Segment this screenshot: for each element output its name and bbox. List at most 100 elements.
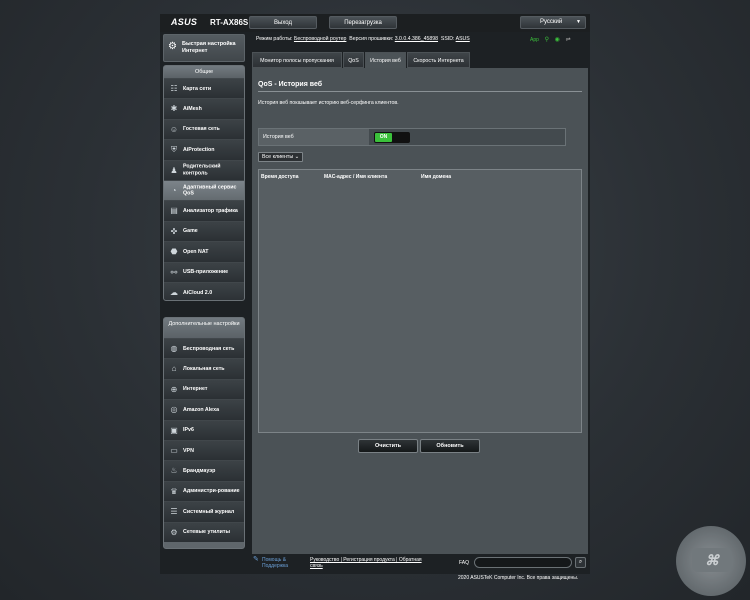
mode-label: Режим работы: [256,36,293,42]
column-header-domain: Имя домена [421,174,452,180]
sidebar-item-label: Локальная сеть [183,365,225,372]
sidebar-item-ipv6[interactable]: ▣ IPv6 [164,419,244,440]
sidebar-item-network-tools[interactable]: ⚙ Сетевые утилиты [164,521,244,542]
sidebar-item-label: Беспроводная сеть [183,345,235,352]
tab-web-history[interactable]: История веб [365,52,406,68]
sidebar-item-qos[interactable]: ◔ Адаптивный сервис QoS [164,179,244,201]
guest-network-icon: ☺ [169,124,179,134]
web-history-setting-row: История веб ON [258,128,566,146]
web-history-label: История веб [259,129,369,145]
sidebar-item-aimesh[interactable]: ✱ AiMesh [164,98,244,119]
copyright-text: 2020 ASUSTeK Computer Inc. Все права защ… [458,575,579,581]
search-icon[interactable]: ⌕ [575,557,586,568]
main-panel: QoS - История веб История веб показывает… [252,68,588,554]
advanced-group: Дополнительные настройки ◍ Беспроводная с… [163,317,245,549]
sidebar-item-aiprotection[interactable]: ⛨ AiProtection [164,139,244,160]
sidebar-item-wireless[interactable]: ◍ Беспроводная сеть [164,338,244,359]
sidebar-item-open-nat[interactable]: ⬣ Open NAT [164,241,244,262]
sidebar-item-label: Интернет [183,386,208,393]
asus-logo[interactable]: ASUS [171,17,197,27]
faq-label: FAQ [459,560,470,566]
app-icon[interactable]: App [530,37,539,43]
sidebar-item-usb-app[interactable]: ⚯ USB-приложение [164,261,244,282]
firewall-icon: ♨ [170,466,178,476]
sidebar-item-label: AiProtection [183,146,215,153]
sidebar-item-system-log[interactable]: ☰ Системный журнал [164,501,244,522]
sidebar-item-label: AiCloud 2.0 [183,289,213,296]
sidebar-item-aicloud[interactable]: ☁ AiCloud 2.0 [164,281,244,300]
router-frame: ASUS RT-AX86S Выход Перезагрузка Русский… [160,14,590,574]
help-support-link[interactable]: ✎ Помощь & Поддержка [253,556,289,569]
sidebar-item-label: VPN [183,447,194,454]
parental-control-icon: ♟ [170,165,178,175]
sidebar-item-network-map[interactable]: ☷ Карта сети [164,78,244,99]
sidebar-item-guest-network[interactable]: ☺ Гостевая сеть [164,118,244,140]
cloud-icon: ☁ [170,287,178,297]
language-select[interactable]: Русский ▼ [520,16,586,29]
clear-button[interactable]: Очистить [358,439,418,453]
system-log-icon: ☰ [170,507,178,517]
sidebar-item-label: Анализатор трафика [183,207,238,214]
general-group: Общие ☷ Карта сети ✱ AiMesh ☺ Гостевая сеть… [163,65,245,301]
footer-links-line-1[interactable]: Руководство | Регистрация продукта | Обр… [310,557,422,563]
quick-setup-label: Быстрая настройка Интернет [182,41,236,54]
help-icon: ✎ [253,556,259,563]
wireless-icon: ◍ [170,344,178,353]
firmware-label: Версия прошивки: [349,36,394,42]
web-history-table: Время доступа MAC-адрес / Имя клиента Им… [258,169,582,433]
sidebar-item-label: IPv6 [183,427,194,433]
traffic-analyzer-icon: ▤ [170,206,178,216]
client-filter-select[interactable]: Все клиенты ⌄ [258,152,304,162]
quick-setup-button[interactable]: ⚙ Быстрая настройка Интернет [163,34,245,62]
aimesh-icon: ✱ [170,104,178,114]
globe-icon: ⊕ [170,384,178,394]
sidebar-item-label: Брандмауэр [183,467,216,474]
sidebar-item-label: Amazon Alexa [183,406,220,413]
logout-button[interactable]: Выход [249,16,317,29]
wifi-status-icon[interactable]: ⚲ [545,37,549,43]
sidebar-item-label: Сетевые утилиты [183,528,231,535]
help-line-2: Поддержка [262,563,289,569]
footer-links-line-2[interactable]: связь [310,563,323,569]
sidebar-item-vpn[interactable]: ▭ VPN [164,439,244,461]
quick-setup-icon: ⚙ [168,41,177,52]
sidebar-item-alexa[interactable]: ◎ Amazon Alexa [164,399,244,420]
sidebar-item-game[interactable]: ✜ Game [164,220,244,242]
chevron-down-icon: ▼ [576,19,581,25]
footer-links[interactable]: Руководство | Регистрация продукта | Обр… [310,557,422,569]
status-icons: App ⚲ ◉ ⇌ [530,36,575,43]
watermark-logo: ⌘ [676,526,746,596]
faq-search-input[interactable] [474,557,572,568]
tab-qos[interactable]: QoS [343,52,364,68]
toggle-on-state: ON [375,133,392,142]
gamepad-icon: ✜ [170,226,178,236]
top-bar: ASUS RT-AX86S Выход Перезагрузка Русский… [160,14,590,32]
sidebar-item-label: Game [183,228,198,235]
usb-status-icon[interactable]: ⇌ [566,37,571,43]
reboot-button[interactable]: Перезагрузка [329,16,397,29]
mode-value-link[interactable]: Беспроводной роутер [294,36,346,42]
sidebar-item-label: USB-приложение [183,268,229,275]
internet-status-icon[interactable]: ◉ [555,37,560,43]
usb-icon: ⚯ [170,267,178,277]
ssid-value-link[interactable]: ASUS [456,36,470,42]
footer: ✎ Помощь & Поддержка Руководство | Регис… [252,554,588,574]
web-history-toggle[interactable]: ON [374,132,410,143]
ipv6-icon: ▣ [170,425,178,435]
shield-icon: ⛨ [171,145,177,155]
sidebar-item-firewall[interactable]: ♨ Брандмауэр [164,460,244,481]
status-line: Режим работы: Беспроводной роутер Версия… [256,36,470,42]
sidebar-item-parental-control[interactable]: ♟ Родительский контроль [164,159,244,180]
sidebar-item-internet[interactable]: ⊕ Интернет [164,378,244,400]
sidebar-item-administration[interactable]: ♛ Администри-рование [164,480,244,502]
sidebar-item-label: Open NAT [183,248,209,255]
sidebar-item-label: AiMesh [183,105,202,112]
refresh-button[interactable]: Обновить [420,439,480,453]
alexa-icon: ◎ [170,405,178,415]
tab-bandwidth-monitor[interactable]: Монитор полосы пропускания [252,52,342,68]
page-description: История веб показывает историю веб-серфи… [258,100,399,106]
sidebar-item-lan[interactable]: ⌂ Локальная сеть [164,358,244,379]
tab-internet-speed[interactable]: Скорость Интернета [407,52,470,68]
firmware-value-link[interactable]: 3.0.0.4.386_45898 [395,36,438,42]
sidebar-item-traffic-analyzer[interactable]: ▤ Анализатор трафика [164,200,244,221]
